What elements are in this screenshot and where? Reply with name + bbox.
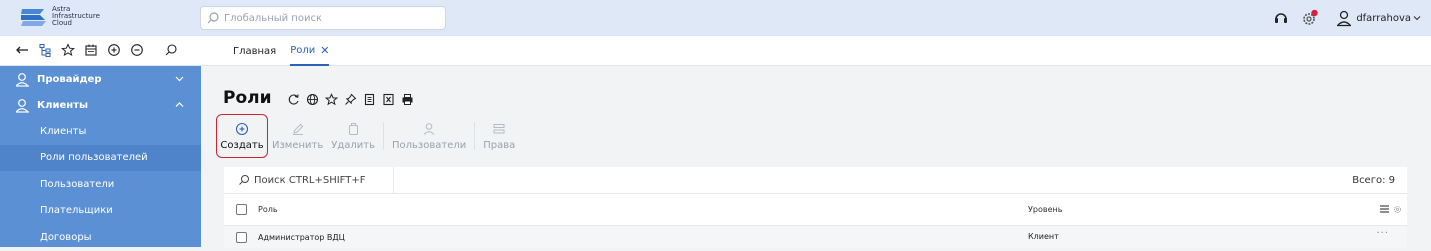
cell-role: Администратор ВДЦ [258, 232, 345, 242]
clients-user-icon [16, 98, 29, 113]
table-search-placeholder: Поиск CTRL+SHIFT+F [254, 174, 366, 186]
tab-bar: Главная Роли ✕ [233, 36, 343, 66]
calendar-icon[interactable] [84, 43, 98, 57]
cell-level: Клиент [1028, 232, 1059, 241]
globe-icon[interactable] [306, 93, 319, 106]
provider-user-icon [16, 72, 29, 87]
document-icon[interactable] [363, 93, 376, 106]
user-avatar-icon[interactable] [1336, 9, 1352, 27]
plus-circle-icon[interactable] [107, 43, 121, 57]
sidebar-item-label: Роли пользователей [40, 152, 148, 164]
delete-button[interactable]: Удалить [327, 114, 379, 158]
sidebar-item-clients[interactable]: Клиенты [0, 118, 201, 145]
sidebar-section-provider[interactable]: Провайдер [0, 66, 201, 92]
top-bar: Astra Infrastructure Cloud Глобальный по… [0, 0, 1431, 36]
top-right-controls: dfarrahova [1272, 8, 1421, 28]
logo-text: Astra Infrastructure Cloud [52, 5, 100, 27]
table-search-row: Поиск CTRL+SHIFT+F Всего: 9 [224, 167, 1407, 194]
chevron-down-icon[interactable] [1413, 14, 1421, 22]
sidebar-section-label: Провайдер [37, 73, 102, 85]
chevron-up-icon [175, 102, 184, 107]
sidebar-item-label: Плательщики [40, 205, 113, 217]
search-icon [207, 12, 219, 24]
delete-button-label: Удалить [331, 139, 375, 151]
permissions-icon [493, 123, 505, 133]
table-header: Роль Уровень [224, 194, 1407, 226]
username[interactable]: dfarrahova [1356, 13, 1411, 24]
action-bar: Создать Изменить Удалить Пользователи Пр… [216, 114, 519, 158]
astra-logo-icon [21, 9, 46, 26]
sidebar-item-payers[interactable]: Плательщики [0, 198, 201, 225]
print-icon[interactable] [401, 93, 414, 106]
permissions-button-label: Права [483, 139, 516, 151]
create-button-label: Создать [220, 139, 264, 151]
sidebar-item-label: Договоры [40, 231, 92, 243]
plus-circle-icon [235, 122, 249, 135]
support-headset-icon[interactable] [1272, 9, 1290, 27]
tab-label: Роли [290, 44, 316, 56]
sidebar-item-label: Клиенты [40, 125, 87, 137]
minus-circle-icon[interactable] [130, 43, 144, 57]
action-divider [474, 122, 476, 150]
edit-button-label: Изменить [272, 139, 324, 151]
action-divider [383, 122, 384, 150]
excel-icon[interactable] [382, 93, 395, 106]
logo[interactable]: Astra Infrastructure Cloud [18, 5, 100, 27]
tab-roles[interactable]: Роли ✕ [290, 36, 330, 66]
sidebar-section-label: Клиенты [37, 99, 89, 111]
user-icon [423, 122, 435, 135]
star-icon[interactable] [61, 43, 75, 57]
row-checkbox[interactable] [236, 231, 247, 243]
create-button[interactable]: Создать [216, 114, 268, 158]
secondary-toolbar: Главная Роли ✕ [0, 36, 1431, 66]
search-icon [239, 175, 249, 185]
chevron-down-icon [175, 76, 184, 82]
sidebar-item-user-roles[interactable]: Роли пользователей [0, 144, 201, 171]
table-row[interactable]: Администратор ВДЦ Клиент ··· [224, 226, 1407, 248]
back-arrow-icon[interactable] [15, 43, 29, 57]
column-header-role[interactable]: Роль [258, 205, 278, 214]
table-search-input[interactable]: Поиск CTRL+SHIFT+F [224, 167, 394, 193]
total-count: Всего: 9 [1352, 175, 1395, 186]
tab-home[interactable]: Главная [233, 36, 276, 66]
columns-menu-icon[interactable] [1379, 203, 1391, 215]
column-header-level[interactable]: Уровень [1028, 205, 1062, 214]
global-search-placeholder: Глобальный поиск [224, 12, 322, 24]
tab-label: Главная [233, 45, 277, 57]
settings-gear-icon[interactable] [1300, 8, 1320, 28]
sidebar-section-clients[interactable]: Клиенты [0, 92, 201, 118]
star-icon[interactable] [325, 93, 338, 106]
settings-gear-icon[interactable] [1393, 205, 1402, 214]
global-search-input[interactable]: Глобальный поиск [200, 6, 446, 30]
pin-icon[interactable] [344, 93, 357, 106]
row-menu-icon[interactable]: ··· [1376, 228, 1389, 239]
logo-line: Cloud [52, 18, 72, 27]
sidebar-item-label: Пользователи [40, 178, 115, 190]
page-title-actions [287, 93, 420, 106]
permissions-button[interactable]: Права [479, 114, 519, 158]
quick-actions [15, 43, 187, 57]
refresh-icon[interactable] [287, 93, 300, 106]
users-button[interactable]: Пользователи [388, 114, 470, 158]
page-title: Роли [223, 88, 272, 108]
edit-button[interactable]: Изменить [268, 114, 327, 158]
select-all-checkbox[interactable] [236, 204, 247, 215]
search-icon[interactable] [164, 43, 178, 57]
tree-icon[interactable] [38, 43, 52, 57]
close-icon[interactable]: ✕ [320, 44, 329, 57]
sidebar: Провайдер Клиенты Клиенты Роли пользоват… [0, 66, 201, 247]
sidebar-item-users[interactable]: Пользователи [0, 171, 201, 198]
roles-table: Поиск CTRL+SHIFT+F Всего: 9 Роль Уровень… [224, 167, 1407, 248]
trash-icon [349, 122, 359, 135]
pencil-icon [292, 123, 303, 135]
column-settings [1379, 203, 1402, 215]
users-button-label: Пользователи [392, 139, 467, 151]
